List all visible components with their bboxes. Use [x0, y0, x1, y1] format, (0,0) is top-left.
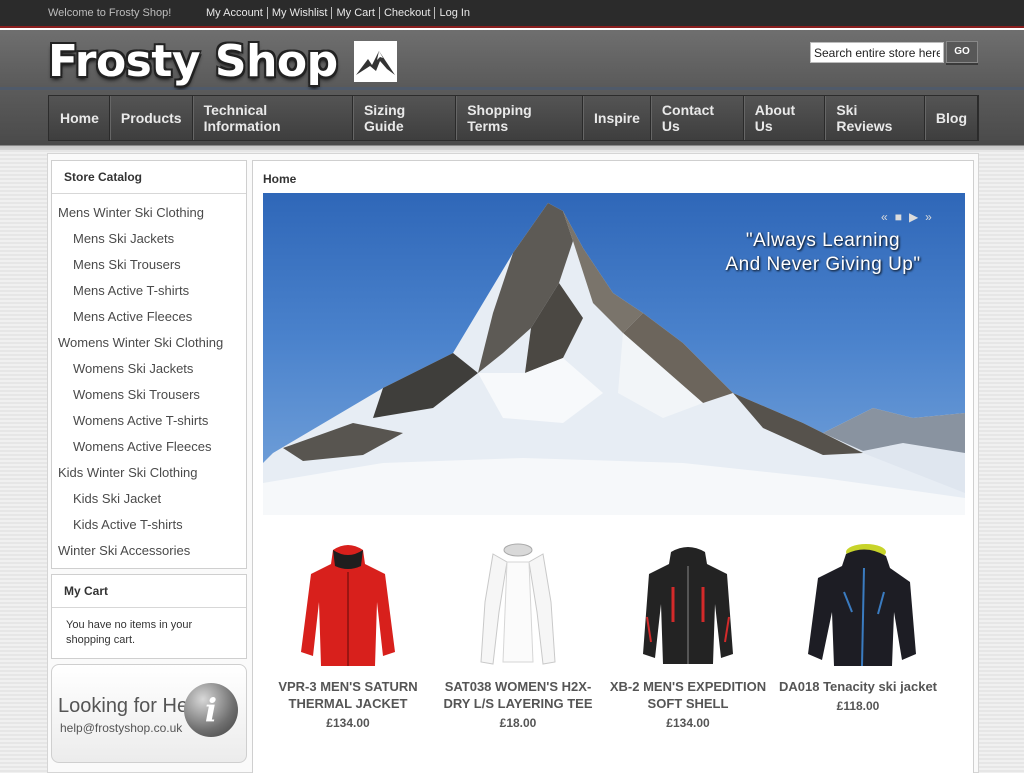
product-price: £134.00	[326, 716, 370, 730]
catalog-item[interactable]: Mens Ski Jackets	[52, 226, 246, 252]
black-soft-shell-icon[interactable]	[633, 542, 743, 670]
catalog-item[interactable]: Mens Active T-shirts	[52, 278, 246, 304]
catalog-item[interactable]: Kids Active T-shirts	[52, 512, 246, 538]
product-name[interactable]: VPR-3 MEN'S SATURN THERMAL JACKET	[268, 678, 428, 712]
my-cart-title: My Cart	[52, 575, 246, 608]
checkout-link[interactable]: Checkout	[378, 7, 434, 19]
my-cart-box: My Cart You have no items in your shoppi…	[51, 574, 247, 659]
banner-quote-line2: And Never Giving Up"	[725, 254, 921, 275]
nav-sizing-guide[interactable]: Sizing Guide	[352, 96, 457, 140]
nav-ski-reviews[interactable]: Ski Reviews	[825, 96, 925, 140]
slider-next-icon[interactable]: »	[925, 210, 932, 224]
product-name[interactable]: SAT038 WOMEN'S H2X-DRY L/S LAYERING TEE	[438, 678, 598, 712]
top-bar: Welcome to Frosty Shop! My Account My Wi…	[0, 0, 1024, 28]
catalog-item[interactable]: Womens Ski Trousers	[52, 382, 246, 408]
search-go-button[interactable]: GO	[946, 41, 978, 63]
nav-about-us[interactable]: About Us	[743, 96, 826, 140]
breadcrumb: Home	[263, 172, 297, 186]
catalog-item[interactable]: Womens Winter Ski Clothing	[52, 330, 246, 356]
my-wishlist-link[interactable]: My Wishlist	[266, 7, 332, 19]
catalog-item[interactable]: Winter Ski Accessories	[52, 538, 246, 564]
search-input[interactable]	[810, 42, 944, 63]
nav-technical-information[interactable]: Technical Information	[192, 96, 353, 140]
product-price: £118.00	[836, 699, 880, 713]
white-layering-tee-icon[interactable]	[463, 542, 573, 670]
black-ski-jacket-icon[interactable]	[794, 542, 922, 670]
welcome-message: Welcome to Frosty Shop!	[48, 7, 172, 19]
account-links: My Account My Wishlist My Cart Checkout …	[202, 7, 474, 19]
info-icon: i	[184, 683, 238, 737]
mountain-logo-icon[interactable]	[354, 41, 397, 82]
store-catalog-box: Store Catalog Mens Winter Ski Clothing M…	[51, 160, 247, 569]
nav-contact-us[interactable]: Contact Us	[650, 96, 744, 140]
my-account-link[interactable]: My Account	[202, 7, 267, 19]
catalog-item[interactable]: Mens Active Fleeces	[52, 304, 246, 330]
product-card[interactable]: XB-2 MEN'S EXPEDITION SOFT SHELL £134.00	[608, 542, 768, 730]
product-price: £134.00	[666, 716, 710, 730]
product-card[interactable]: DA018 Tenacity ski jacket £118.00	[778, 542, 938, 713]
log-in-link[interactable]: Log In	[434, 7, 474, 19]
my-cart-link[interactable]: My Cart	[331, 7, 379, 19]
red-jacket-icon[interactable]	[293, 542, 403, 670]
slider-controls: « ■ ▶ »	[881, 210, 932, 224]
catalog-item[interactable]: Kids Ski Jacket	[52, 486, 246, 512]
main-navigation: Home Products Technical Information Sizi…	[48, 95, 979, 141]
catalog-item[interactable]: Kids Winter Ski Clothing	[52, 460, 246, 486]
store-catalog-title: Store Catalog	[52, 161, 246, 194]
slider-stop-icon[interactable]: ■	[895, 210, 902, 224]
slider-play-icon[interactable]: ▶	[909, 210, 918, 224]
site-header: Frosty Shop GO	[0, 30, 1024, 90]
catalog-item[interactable]: Womens Ski Jackets	[52, 356, 246, 382]
product-price: £18.00	[499, 716, 537, 730]
site-logo[interactable]: Frosty Shop	[48, 36, 338, 87]
product-name[interactable]: DA018 Tenacity ski jacket	[778, 678, 938, 695]
catalog-item[interactable]: Womens Active T-shirts	[52, 408, 246, 434]
catalog-item[interactable]: Womens Active Fleeces	[52, 434, 246, 460]
slider-prev-icon[interactable]: «	[881, 210, 888, 224]
nav-products[interactable]: Products	[109, 96, 193, 140]
product-name[interactable]: XB-2 MEN'S EXPEDITION SOFT SHELL	[608, 678, 768, 712]
nav-home[interactable]: Home	[49, 96, 110, 140]
catalog-item[interactable]: Mens Winter Ski Clothing	[52, 200, 246, 226]
help-email[interactable]: help@frostyshop.co.uk	[60, 721, 182, 735]
nav-shopping-terms[interactable]: Shopping Terms	[456, 96, 584, 140]
banner-quote-line1: "Always Learning	[745, 230, 901, 251]
help-box[interactable]: Looking for Help help@frostyshop.co.uk i	[51, 664, 247, 763]
product-card[interactable]: SAT038 WOMEN'S H2X-DRY L/S LAYERING TEE …	[438, 542, 598, 730]
banner-quote: "Always Learning And Never Giving Up"	[703, 229, 943, 277]
nav-inspire[interactable]: Inspire	[583, 96, 651, 140]
catalog-item[interactable]: Mens Ski Trousers	[52, 252, 246, 278]
catalog-list: Mens Winter Ski Clothing Mens Ski Jacket…	[52, 194, 246, 564]
hero-banner[interactable]: « ■ ▶ » "Always Learning And Never Givin…	[263, 193, 965, 515]
nav-blog[interactable]: Blog	[924, 96, 978, 140]
product-card[interactable]: VPR-3 MEN'S SATURN THERMAL JACKET £134.0…	[268, 542, 428, 730]
help-title: Looking for Help	[58, 695, 204, 717]
cart-empty-message: You have no items in your shopping cart.	[66, 619, 193, 646]
